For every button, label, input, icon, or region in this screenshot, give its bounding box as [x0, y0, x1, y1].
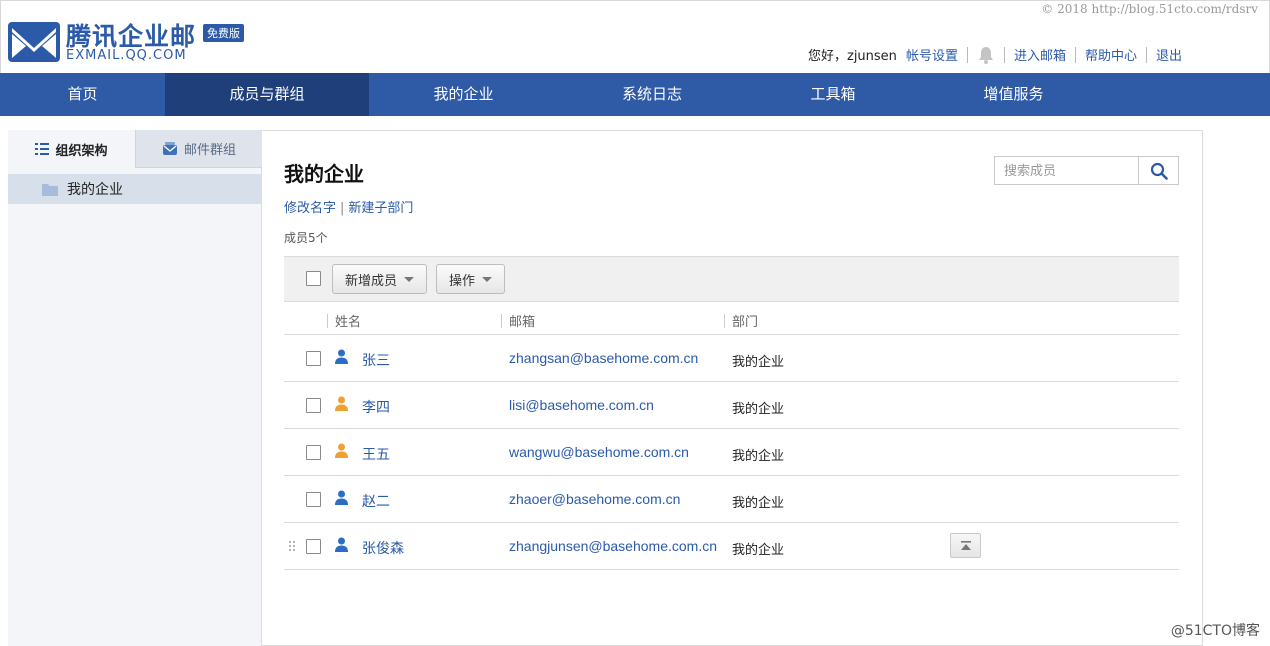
member-name[interactable]: 李四: [362, 397, 390, 417]
member-email[interactable]: wangwu@basehome.com.cn: [509, 444, 689, 460]
member-search: [994, 156, 1179, 185]
nav-my-enterprise[interactable]: 我的企业: [369, 73, 558, 116]
column-divider: [724, 314, 725, 328]
member-email[interactable]: zhangsan@basehome.com.cn: [509, 350, 698, 366]
enter-mailbox-link[interactable]: 进入邮箱: [1014, 45, 1066, 64]
tab-label: 邮件群组: [183, 143, 236, 158]
select-all-checkbox[interactable]: [306, 271, 321, 286]
member-department: 我的企业: [732, 402, 785, 417]
member-count: 成员5个: [284, 231, 328, 245]
user-icon: [335, 537, 348, 552]
sidebar-tabs: 组织架构 邮件群组: [8, 130, 262, 168]
table-header: 姓名 邮箱 部门: [284, 302, 1179, 335]
nav-toolbox[interactable]: 工具箱: [746, 73, 920, 116]
header: © 2018 http://blog.51cto.com/rdsrv 腾讯企业邮…: [0, 0, 1270, 73]
divider: [966, 46, 968, 63]
member-toolbar: 新增成员 操作: [284, 256, 1179, 302]
nav-home[interactable]: 首页: [0, 73, 165, 116]
search-input[interactable]: [995, 157, 1138, 184]
row-checkbox[interactable]: [306, 351, 321, 366]
move-to-top-icon: [960, 540, 971, 550]
nav-members-groups[interactable]: 成员与群组: [165, 73, 369, 116]
main-nav: 首页 成员与群组 我的企业 系统日志 工具箱 增值服务: [0, 73, 1270, 116]
column-header-name[interactable]: 姓名: [327, 311, 361, 330]
greeting: 您好，zjunsen: [808, 49, 897, 64]
nav-value-added[interactable]: 增值服务: [920, 73, 1107, 116]
table-row[interactable]: 张三 zhangsan@basehome.com.cn 我的企业: [284, 335, 1179, 382]
column-header-email[interactable]: 邮箱: [501, 311, 535, 330]
user-icon: [335, 396, 348, 411]
column-divider: [327, 314, 328, 328]
row-checkbox[interactable]: [306, 492, 321, 507]
sidebar: 组织架构 邮件群组 我的企业: [8, 130, 262, 646]
member-name[interactable]: 张俊森: [362, 538, 404, 558]
user-icon: [335, 443, 348, 458]
user-icon: [335, 349, 348, 364]
move-to-top-button[interactable]: [950, 533, 981, 558]
watermark-bottom: @51CTO博客: [1170, 623, 1260, 639]
rename-link[interactable]: 修改名字: [284, 201, 336, 216]
nav-system-log[interactable]: 系统日志: [558, 73, 746, 116]
exmail-logo-icon[interactable]: [8, 20, 60, 64]
new-sub-department-link[interactable]: 新建子部门: [348, 201, 413, 216]
divider: |: [340, 201, 345, 216]
tree-item-label: 我的企业: [67, 182, 123, 198]
user-bar: 您好，zjunsen 帐号设置 进入邮箱 帮助中心 退出: [808, 45, 1182, 64]
tab-mail-groups[interactable]: 邮件群组: [135, 130, 262, 168]
user-icon: [335, 490, 348, 505]
tab-label: 组织架构: [55, 143, 108, 159]
tree-item-my-enterprise[interactable]: 我的企业: [8, 174, 262, 204]
brand-subtitle: EXMAIL.QQ.COM: [66, 48, 187, 63]
logout-link[interactable]: 退出: [1156, 45, 1182, 64]
operations-button[interactable]: 操作: [436, 264, 506, 294]
table-row[interactable]: 赵二 zhaoer@basehome.com.cn 我的企业: [284, 476, 1179, 523]
caret-down-icon: [482, 276, 493, 282]
table-row[interactable]: 李四 lisi@basehome.com.cn 我的企业: [284, 382, 1179, 429]
list-icon: [35, 143, 50, 155]
add-member-button[interactable]: 新增成员: [332, 264, 428, 294]
free-edition-badge: 免费版: [203, 24, 244, 42]
header-label: 部门: [732, 315, 759, 330]
column-divider: [501, 314, 502, 328]
account-settings-link[interactable]: 帐号设置: [906, 45, 958, 64]
header-label: 姓名: [335, 315, 362, 330]
operations-label: 操作: [449, 273, 476, 289]
help-center-link[interactable]: 帮助中心: [1085, 45, 1137, 64]
table-row[interactable]: 王五 wangwu@basehome.com.cn 我的企业: [284, 429, 1179, 476]
member-email[interactable]: lisi@basehome.com.cn: [509, 397, 654, 413]
row-checkbox[interactable]: [306, 398, 321, 413]
add-member-label: 新增成员: [345, 273, 398, 289]
divider: [1003, 46, 1005, 63]
header-label: 邮箱: [509, 315, 536, 330]
search-icon: [1150, 162, 1168, 180]
mail-group-icon: [162, 141, 177, 155]
member-email[interactable]: zhangjunsen@basehome.com.cn: [509, 538, 717, 554]
member-department: 我的企业: [732, 355, 785, 370]
member-department: 我的企业: [732, 449, 785, 464]
folder-icon: [42, 183, 58, 196]
member-name[interactable]: 赵二: [362, 491, 390, 511]
member-name[interactable]: 张三: [362, 350, 390, 370]
member-department: 我的企业: [732, 543, 785, 558]
bell-icon[interactable]: [977, 46, 995, 64]
divider: [1145, 46, 1147, 63]
row-checkbox[interactable]: [306, 445, 321, 460]
search-button[interactable]: [1138, 157, 1178, 184]
watermark-top: © 2018 http://blog.51cto.com/rdsrv: [1041, 2, 1258, 16]
drag-handle-icon[interactable]: [288, 540, 296, 552]
caret-down-icon: [404, 276, 415, 282]
tab-org-structure[interactable]: 组织架构: [8, 130, 135, 168]
member-department: 我的企业: [732, 496, 785, 511]
department-actions: 修改名字 | 新建子部门: [284, 197, 413, 216]
table-row[interactable]: 张俊森 zhangjunsen@basehome.com.cn 我的企业: [284, 523, 1179, 570]
column-header-department[interactable]: 部门: [724, 311, 758, 330]
member-email[interactable]: zhaoer@basehome.com.cn: [509, 491, 680, 507]
divider: [1074, 46, 1076, 63]
page-title: 我的企业: [284, 162, 364, 186]
row-checkbox[interactable]: [306, 539, 321, 554]
member-name[interactable]: 王五: [362, 444, 390, 464]
